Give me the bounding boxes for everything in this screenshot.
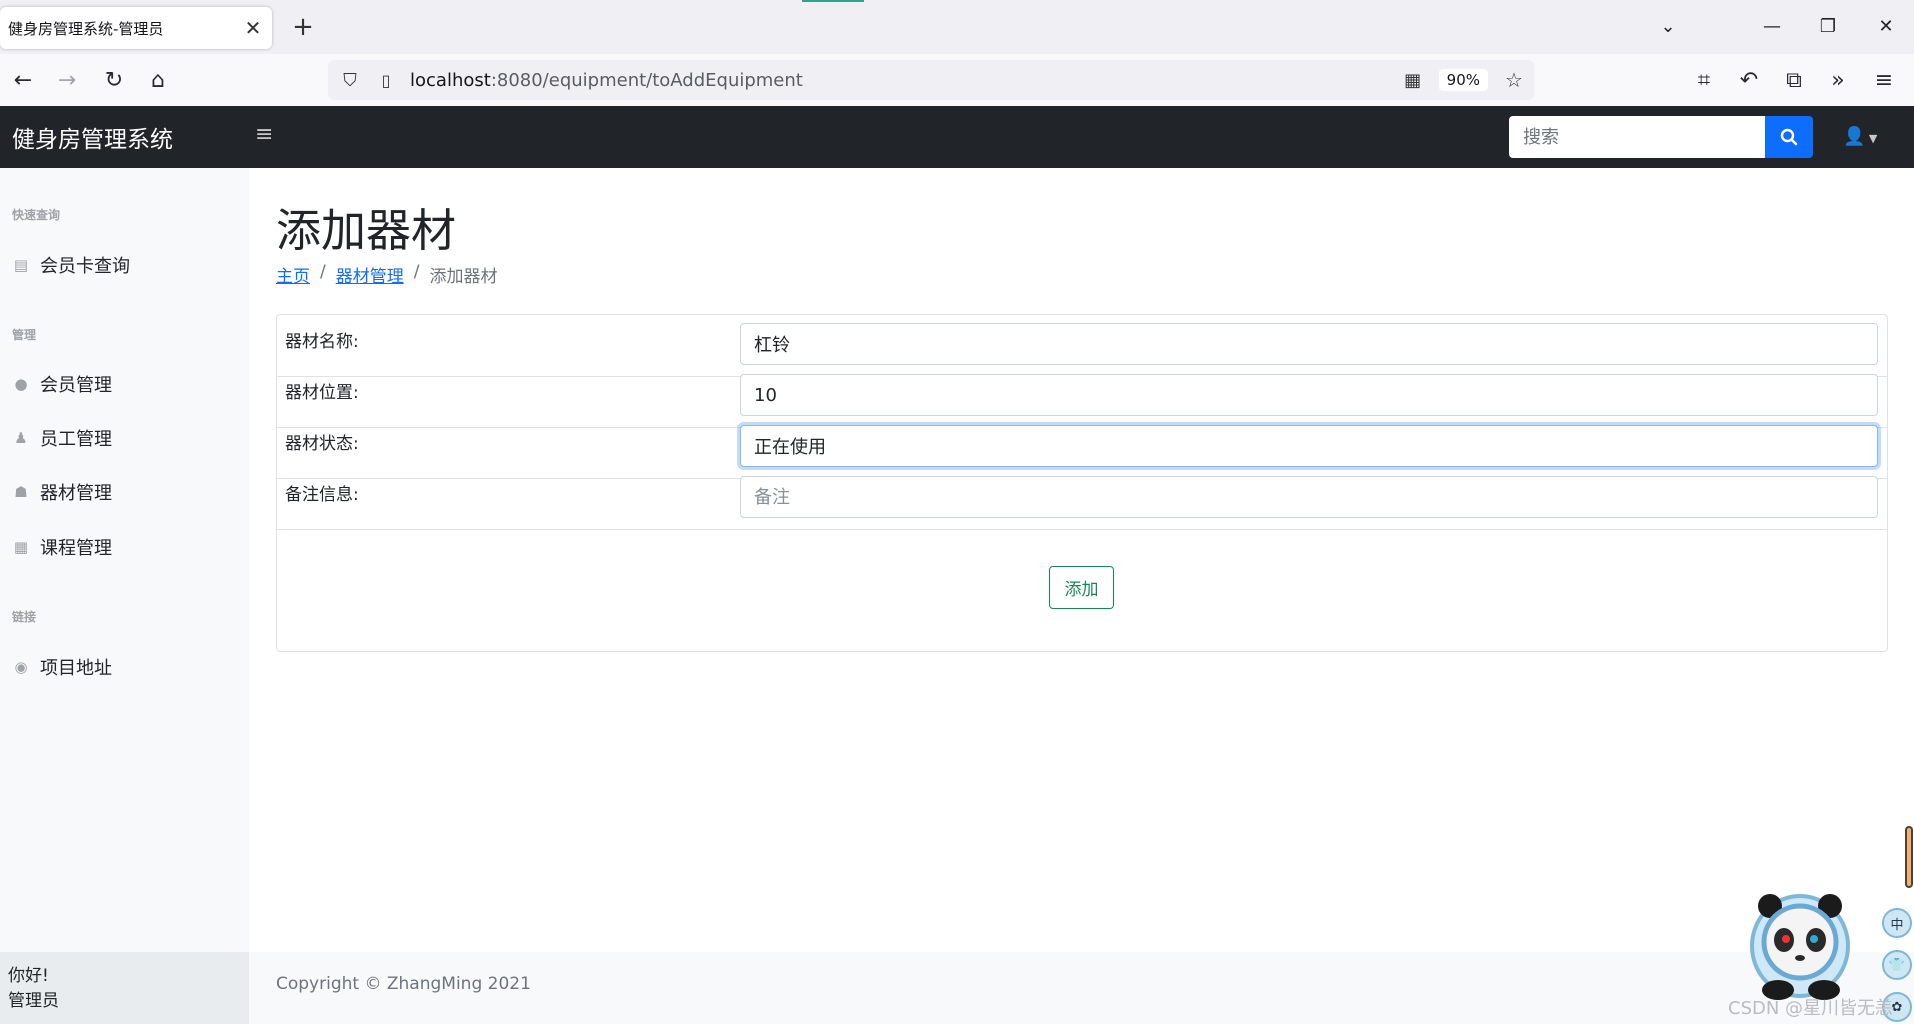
search-input[interactable]: [1509, 116, 1765, 158]
forward-icon[interactable]: →: [52, 66, 82, 96]
sidebar-heading-links: 链接: [12, 610, 37, 624]
page-icon[interactable]: ▯: [374, 71, 398, 90]
app-topbar: 健身房管理系统 ≡ 👤 ▼: [0, 106, 1914, 168]
breadcrumb-separator: /: [320, 262, 326, 282]
breadcrumb-separator: /: [413, 262, 420, 282]
page-footer: Copyright © ZhangMing 2021: [249, 952, 1914, 1024]
field-label: 器材位置:: [285, 383, 359, 403]
sidebar-item-courses[interactable]: ▦ 课程管理: [12, 534, 112, 560]
undo-icon[interactable]: ↶: [1734, 66, 1764, 96]
minimize-icon[interactable]: —: [1752, 12, 1792, 42]
sidebar-heading-manage: 管理: [12, 328, 37, 342]
browser-tab-active[interactable]: 健身房管理系统-管理员 ✕: [0, 7, 272, 49]
user-icon: 👤: [1843, 126, 1866, 147]
screenshot-crop-icon[interactable]: ⌗: [1689, 66, 1719, 96]
field-label: 备注信息:: [285, 485, 359, 505]
search-icon: [1780, 128, 1798, 146]
equipment-name-input[interactable]: [740, 323, 1878, 365]
extensions-icon[interactable]: ⧉: [1779, 66, 1809, 96]
role-text: 管理员: [8, 991, 59, 1011]
home-icon[interactable]: ⌂: [143, 66, 173, 96]
id-card-icon: ▤: [13, 256, 29, 274]
app-brand[interactable]: 健身房管理系统: [12, 120, 173, 154]
sidebar-item-label: 会员卡查询: [40, 256, 130, 277]
browser-tab-strip: 健身房管理系统-管理员 ✕ + ⌄ — ❐ ✕: [0, 0, 1914, 54]
equipment-remark-input[interactable]: [740, 476, 1878, 518]
breadcrumb: 主页 / 器材管理 / 添加器材: [276, 262, 497, 287]
input-method-badge[interactable]: 中: [1882, 908, 1912, 938]
scroll-indicator[interactable]: [1905, 826, 1913, 888]
search-button[interactable]: [1765, 116, 1813, 158]
breadcrumb-equipment[interactable]: 器材管理: [336, 262, 404, 287]
user-menu[interactable]: 👤 ▼: [1843, 126, 1877, 147]
sidebar-item-members[interactable]: ● 会员管理: [12, 371, 112, 397]
sidebar-item-label: 员工管理: [40, 429, 112, 450]
field-label: 器材名称:: [285, 332, 359, 352]
app-menu-icon[interactable]: ≡: [1869, 66, 1899, 96]
page-title: 添加器材: [276, 204, 457, 257]
field-label: 器材状态:: [285, 434, 359, 454]
equipment-status-input[interactable]: [740, 425, 1878, 467]
caret-down-icon: ▼: [1865, 132, 1878, 145]
browser-tab-title: 健身房管理系统-管理员: [8, 19, 164, 38]
user-tie-icon: ♟: [14, 429, 28, 447]
equipment-location-input[interactable]: [740, 374, 1878, 416]
equipment-icon: ☗: [14, 483, 28, 501]
sidebar: 快速查询 ▤ 会员卡查询 管理 ● 会员管理 ♟ 员工管理 ☗ 器材管理 ▦ 课…: [0, 168, 249, 1024]
sidebar-heading-quick: 快速查询: [12, 208, 61, 222]
breadcrumb-current: 添加器材: [429, 267, 498, 287]
sidebar-toggle-icon[interactable]: ≡: [255, 122, 273, 147]
url-path: :8080/equipment/toAddEquipment: [490, 69, 803, 91]
panda-mascot-icon[interactable]: [1744, 884, 1856, 1002]
add-equipment-form: 器材名称: 器材位置: 器材状态: 备注信息: 添加: [276, 314, 1888, 652]
sidebar-item-label: 项目地址: [40, 658, 112, 679]
sidebar-item-card-query[interactable]: ▤ 会员卡查询: [12, 252, 130, 278]
close-window-icon[interactable]: ✕: [1866, 12, 1906, 42]
tab-list-chevron-icon[interactable]: ⌄: [1648, 12, 1688, 42]
csdn-watermark: CSDN @星川皆无恙: [1728, 998, 1894, 1019]
shield-icon[interactable]: ⛉: [338, 70, 362, 91]
reload-icon[interactable]: ↻: [99, 66, 129, 96]
url-text[interactable]: localhost:8080/equipment/toAddEquipment: [410, 70, 1401, 91]
browser-navbar: ← → ↻ ⌂ ⛉ ▯ localhost:8080/equipment/toA…: [0, 54, 1914, 106]
url-host: localhost: [410, 69, 491, 91]
sidebar-item-label: 课程管理: [40, 538, 112, 559]
sidebar-item-project[interactable]: ◉ 项目地址: [12, 654, 112, 680]
sidebar-item-label: 器材管理: [40, 483, 112, 504]
breadcrumb-home[interactable]: 主页: [276, 262, 310, 287]
restore-icon[interactable]: ❐: [1808, 12, 1848, 42]
url-bar[interactable]: ⛉ ▯ localhost:8080/equipment/toAddEquipm…: [328, 60, 1534, 100]
bookmark-star-icon[interactable]: ☆: [1502, 68, 1526, 92]
sidebar-item-label: 会员管理: [40, 375, 112, 396]
user-icon: ●: [14, 375, 28, 393]
new-tab-icon[interactable]: +: [288, 12, 318, 42]
sidebar-item-staff[interactable]: ♟ 员工管理: [12, 425, 112, 451]
github-icon: ◉: [14, 658, 28, 676]
tab-strip-accent: [802, 0, 864, 2]
greeting-text: 你好!: [8, 966, 49, 986]
calendar-icon: ▦: [13, 538, 29, 556]
add-button[interactable]: 添加: [1049, 566, 1114, 609]
shirt-icon[interactable]: 👕: [1882, 950, 1912, 980]
search-form: [1509, 116, 1813, 158]
back-icon[interactable]: ←: [8, 66, 38, 96]
main-content: 添加器材 主页 / 器材管理 / 添加器材 器材名称: 器材位置: 器材状态: …: [249, 168, 1914, 1024]
zoom-level[interactable]: 90%: [1438, 69, 1488, 91]
sidebar-footer: 你好! 管理员: [0, 952, 249, 1024]
form-row-remark: 备注信息:: [277, 468, 1887, 530]
copyright-text: Copyright © ZhangMing 2021: [276, 974, 531, 994]
close-tab-icon[interactable]: ✕: [242, 16, 264, 40]
more-tools-icon[interactable]: »: [1823, 66, 1853, 96]
sidebar-item-equipment[interactable]: ☗ 器材管理: [12, 479, 112, 505]
qr-code-icon[interactable]: ▦: [1401, 70, 1425, 91]
